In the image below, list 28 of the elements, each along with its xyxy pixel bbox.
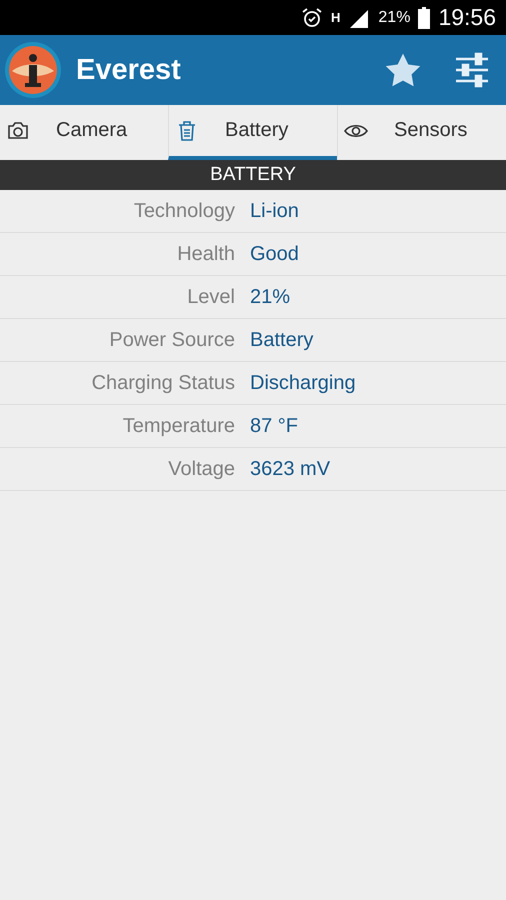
property-label: Level [186, 286, 235, 308]
battery-icon [418, 6, 430, 28]
battery-percent: 21% [378, 8, 410, 26]
property-value: 87 °F [250, 414, 300, 438]
app-logo-icon [4, 41, 62, 99]
property-value: Good [250, 242, 300, 266]
property-label: Charging Status [90, 372, 235, 394]
alarm-clock-icon [301, 6, 324, 28]
property-value: 21% [250, 286, 292, 308]
app-title: Everest [76, 54, 182, 86]
clock: 19:56 [438, 4, 496, 31]
property-label: Power Source [108, 328, 235, 352]
section-header: BATTERY [0, 160, 506, 190]
property-value: Discharging [250, 372, 357, 394]
property-value: 3623 mV [250, 458, 332, 480]
property-label: Voltage [167, 458, 235, 480]
tab[interactable]: Camera [0, 105, 168, 160]
property-value: Battery [250, 328, 314, 352]
signal-icon [348, 8, 370, 28]
sliders-icon [454, 52, 490, 88]
network-type: H [331, 10, 340, 25]
settings-button[interactable] [454, 52, 490, 88]
property-label: Health [176, 242, 235, 266]
property-label: Technology [132, 200, 235, 222]
property-label: Temperature [122, 414, 235, 438]
property-value: Li-ion [250, 200, 300, 222]
star-icon [384, 52, 422, 88]
favorite-button[interactable] [384, 52, 422, 88]
